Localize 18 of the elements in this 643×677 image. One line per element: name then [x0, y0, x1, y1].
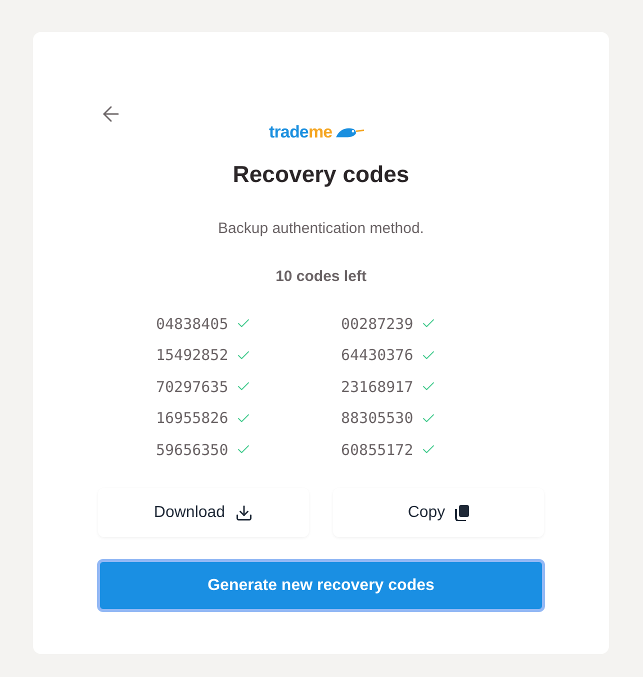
page-title: Recovery codes — [232, 160, 410, 189]
recovery-code: 23168917 — [341, 376, 414, 398]
codes-left-count: 10 codes left — [276, 267, 366, 287]
recovery-code: 15492852 — [156, 345, 228, 366]
recovery-code: 60855172 — [341, 440, 414, 460]
recovery-code: 64430376 — [341, 345, 414, 366]
recovery-code: 04838405 — [156, 314, 228, 334]
download-icon — [235, 504, 254, 522]
recovery-code: 59656350 — [156, 440, 228, 460]
copy-icon — [455, 504, 470, 520]
recovery-code: 00287239 — [341, 314, 414, 334]
copy-button[interactable]: Copy — [333, 488, 544, 537]
download-button[interactable]: Download — [98, 488, 309, 537]
subtitle: Backup authentication method. — [218, 218, 424, 238]
recovery-code: 70297635 — [156, 376, 228, 398]
logo: trademe — [269, 119, 364, 145]
recovery-code: 16955826 — [156, 408, 228, 429]
recovery-code: 88305530 — [341, 408, 414, 429]
